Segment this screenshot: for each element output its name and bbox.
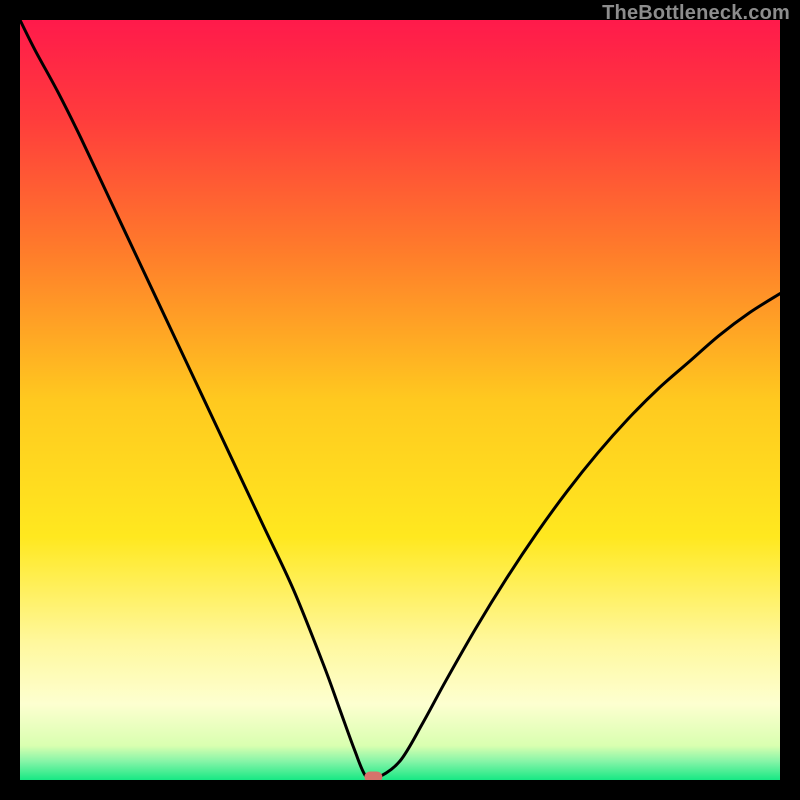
bottleneck-chart	[20, 20, 780, 780]
chart-frame: TheBottleneck.com	[0, 0, 800, 800]
optimum-marker	[364, 771, 382, 780]
chart-background	[20, 20, 780, 780]
